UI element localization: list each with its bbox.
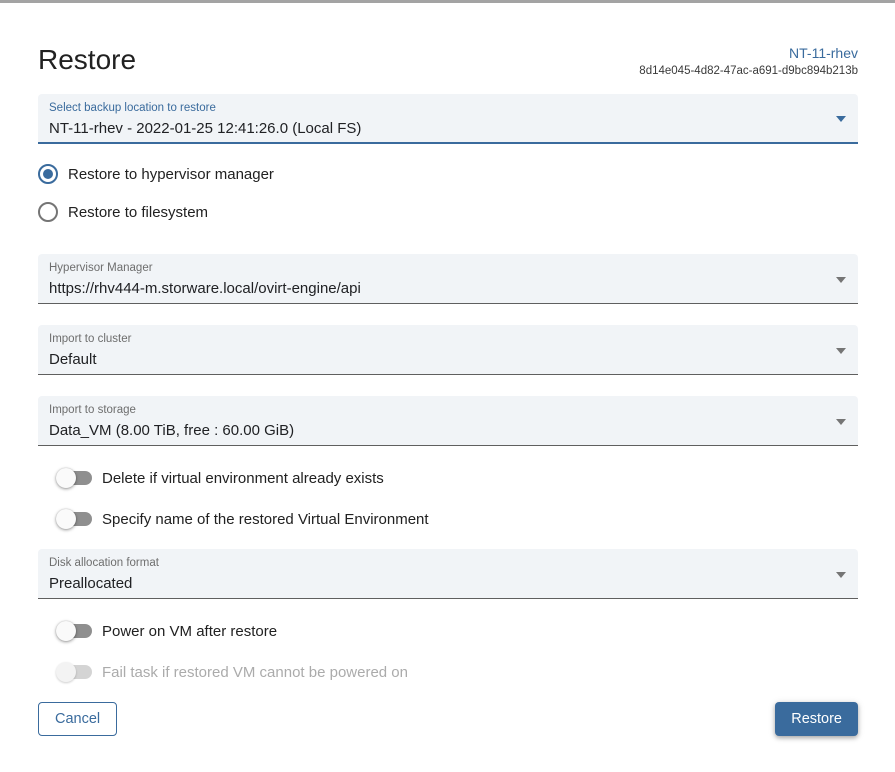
import-cluster-value: Default (49, 350, 824, 369)
import-cluster-select[interactable]: Import to cluster Default (38, 325, 858, 375)
toggle-switch-icon (56, 662, 92, 682)
toggle-fail-task-if-not-powered: Fail task if restored VM cannot be power… (38, 660, 858, 684)
toggle-switch-icon (56, 509, 92, 529)
radio-label: Restore to hypervisor manager (68, 166, 274, 183)
toggle-switch-icon (56, 621, 92, 641)
toggle-specify-name[interactable]: Specify name of the restored Virtual Env… (38, 507, 858, 531)
dialog-header: Restore NT-11-rhev 8d14e045-4d82-47ac-a6… (38, 43, 858, 79)
toggle-label: Power on VM after restore (102, 623, 277, 640)
import-cluster-label: Import to cluster (49, 333, 824, 346)
disk-allocation-value: Preallocated (49, 574, 824, 593)
dropdown-arrow-icon (836, 572, 846, 578)
restore-dialog: Restore NT-11-rhev 8d14e045-4d82-47ac-a6… (0, 43, 895, 736)
dialog-footer: Cancel Restore (38, 702, 858, 736)
vm-meta: NT-11-rhev 8d14e045-4d82-47ac-a691-d9bc8… (639, 43, 858, 79)
import-storage-value: Data_VM (8.00 TiB, free : 60.00 GiB) (49, 421, 824, 440)
toggle-switch-icon (56, 468, 92, 488)
toggle-label: Delete if virtual environment already ex… (102, 470, 384, 487)
import-storage-select[interactable]: Import to storage Data_VM (8.00 TiB, fre… (38, 396, 858, 446)
hypervisor-manager-value: https://rhv444-m.storware.local/ovirt-en… (49, 279, 824, 298)
toggle-delete-if-exists[interactable]: Delete if virtual environment already ex… (38, 466, 858, 490)
disk-allocation-select[interactable]: Disk allocation format Preallocated (38, 549, 858, 599)
dropdown-arrow-icon (836, 348, 846, 354)
backup-location-label: Select backup location to restore (49, 102, 824, 115)
toggle-label: Specify name of the restored Virtual Env… (102, 511, 429, 528)
post-restore-toggles: Power on VM after restore Fail task if r… (38, 619, 858, 684)
vm-name-link[interactable]: NT-11-rhev (639, 45, 858, 62)
radio-button-icon (38, 202, 58, 222)
window-top-edge (0, 0, 895, 3)
vm-uuid: 8d14e045-4d82-47ac-a691-d9bc894b213b (639, 64, 858, 79)
toggle-label: Fail task if restored VM cannot be power… (102, 664, 408, 681)
dropdown-arrow-icon (836, 277, 846, 283)
radio-button-icon (38, 164, 58, 184)
restore-target-radio-group: Restore to hypervisor manager Restore to… (38, 162, 858, 224)
backup-location-select[interactable]: Select backup location to restore NT-11-… (38, 94, 858, 144)
pre-restore-toggles: Delete if virtual environment already ex… (38, 466, 858, 531)
dropdown-arrow-icon (836, 116, 846, 122)
backup-location-value: NT-11-rhev - 2022-01-25 12:41:26.0 (Loca… (49, 119, 824, 138)
import-storage-label: Import to storage (49, 404, 824, 417)
hypervisor-manager-label: Hypervisor Manager (49, 262, 824, 275)
toggle-power-on-vm[interactable]: Power on VM after restore (38, 619, 858, 643)
radio-restore-to-hypervisor[interactable]: Restore to hypervisor manager (38, 162, 858, 186)
restore-button[interactable]: Restore (775, 702, 858, 736)
page-title: Restore (38, 43, 136, 76)
hypervisor-manager-select[interactable]: Hypervisor Manager https://rhv444-m.stor… (38, 254, 858, 304)
cancel-button[interactable]: Cancel (38, 702, 117, 736)
dropdown-arrow-icon (836, 419, 846, 425)
radio-label: Restore to filesystem (68, 204, 208, 221)
disk-allocation-label: Disk allocation format (49, 557, 824, 570)
radio-restore-to-filesystem[interactable]: Restore to filesystem (38, 200, 858, 224)
